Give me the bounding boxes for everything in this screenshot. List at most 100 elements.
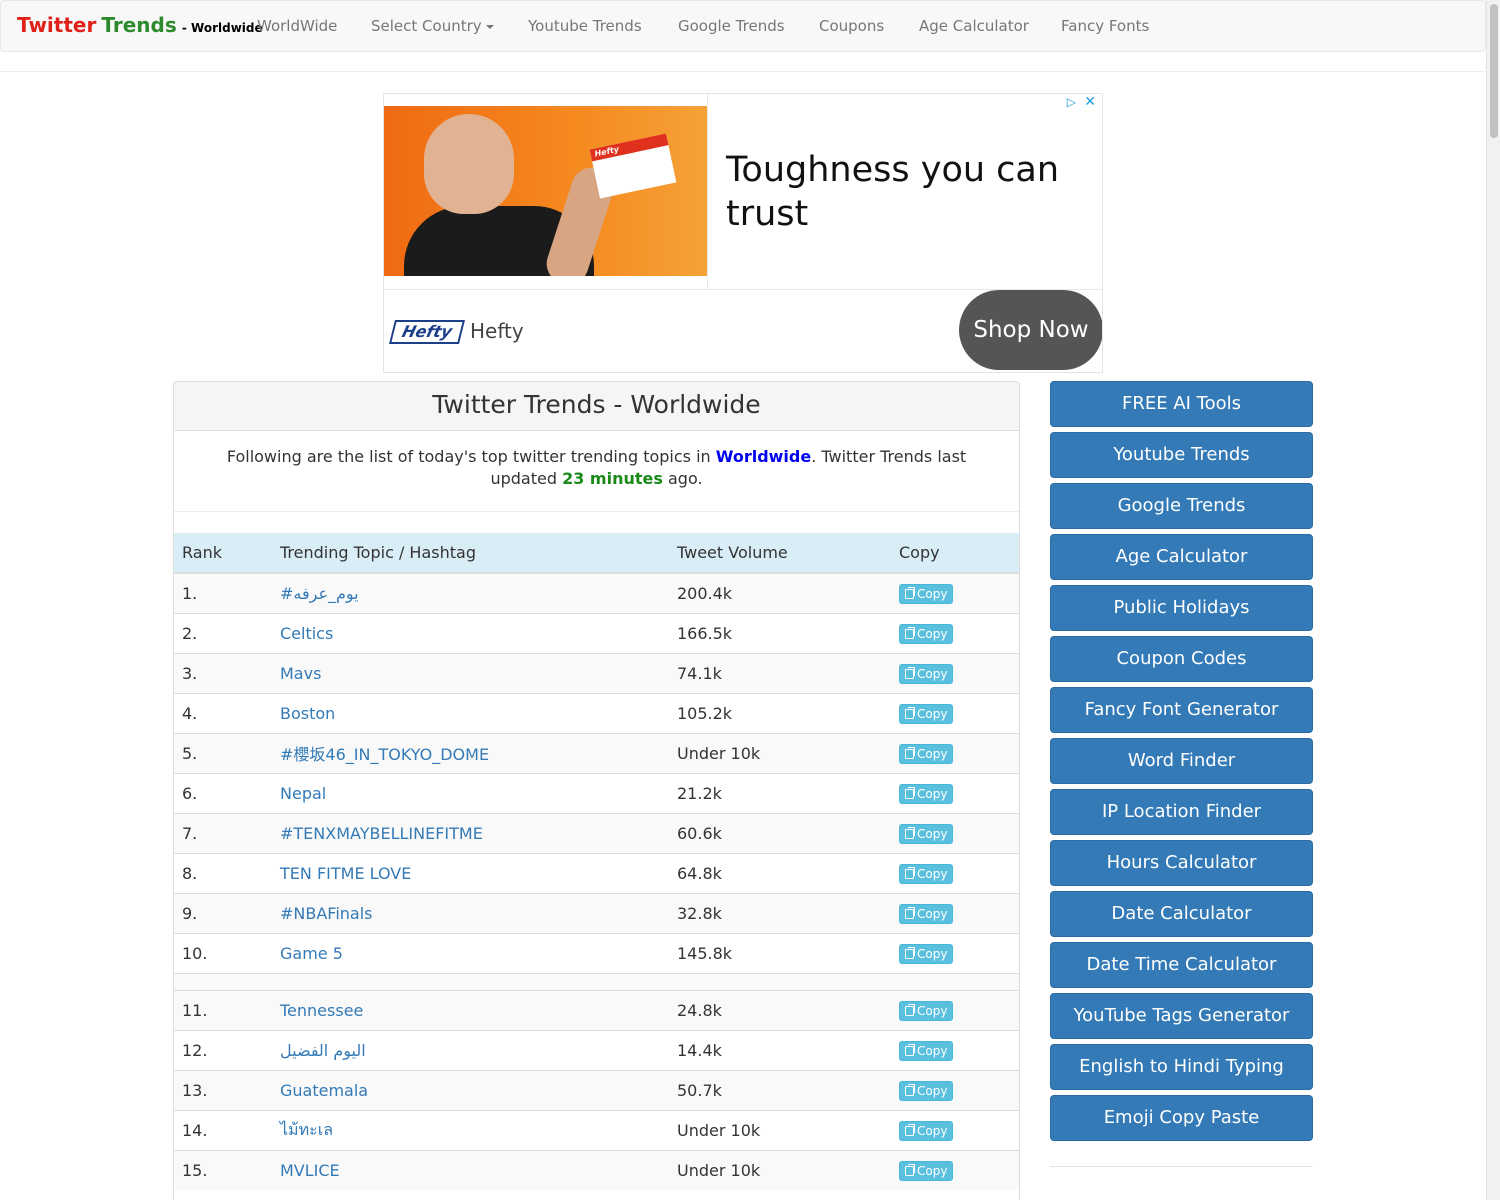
sidebar-button[interactable]: Hours Calculator [1050,840,1313,886]
topic-link[interactable]: #يوم_عرفه [280,584,359,603]
topic-link[interactable]: Tennessee [280,1001,363,1020]
topic-link[interactable]: Boston [280,704,335,723]
rank-cell: 13. [174,1069,272,1110]
copy-cell: Copy [891,1149,1019,1190]
copy-button[interactable]: Copy [899,663,954,684]
trends-panel: Twitter Trends - Worldwide Following are… [173,381,1020,1200]
topic-link[interactable]: Mavs [280,664,321,683]
nav-youtube-trends[interactable]: Youtube Trends [528,17,642,35]
copy-icon [905,946,915,959]
intro-before: Following are the list of today's top tw… [226,447,716,466]
copy-button[interactable]: Copy [899,743,954,764]
scrollbar-thumb[interactable] [1490,4,1498,138]
copy-icon [905,866,915,879]
ad-brand-name[interactable]: Hefty [470,319,524,343]
sidebar-button[interactable]: Word Finder [1050,738,1313,784]
topic-cell: Game 5 [272,932,669,973]
copy-button-label: Copy [917,946,948,961]
sidebar-button[interactable]: FREE AI Tools [1050,381,1313,427]
sidebar-button[interactable]: Age Calculator [1050,534,1313,580]
shop-now-button[interactable]: Shop Now [959,290,1102,370]
copy-button[interactable]: Copy [899,1080,954,1101]
copy-cell: Copy [891,1109,1019,1150]
copy-button[interactable]: Copy [899,583,954,604]
topic-link[interactable]: Game 5 [280,944,343,963]
rank-cell: 8. [174,852,272,893]
ad-banner[interactable]: Hefty ▷ ✕ Toughness you can trust Hefty … [383,93,1103,373]
copy-button-label: Copy [917,1043,948,1058]
sidebar-button[interactable]: Emoji Copy Paste [1050,1095,1313,1141]
rank-cell: 12. [174,1029,272,1070]
nav-google-trends[interactable]: Google Trends [678,17,785,35]
copy-button[interactable]: Copy [899,903,954,924]
topic-link[interactable]: ไม้ทะเล [280,1120,333,1139]
topic-link[interactable]: MVLICE [280,1161,340,1180]
copy-icon [905,1003,915,1016]
intro-after: ago. [662,469,703,488]
sidebar-button[interactable]: Youtube Trends [1050,432,1313,478]
copy-button[interactable]: Copy [899,703,954,724]
topic-link[interactable]: Celtics [280,624,333,643]
sidebar-button[interactable]: Fancy Font Generator [1050,687,1313,733]
adchoices-icon[interactable]: ▷ [1067,95,1076,109]
volume-cell: 200.4k [669,572,891,613]
rank-cell: 10. [174,932,272,973]
copy-button[interactable]: Copy [899,1000,954,1021]
ad-headline[interactable]: Toughness you can trust [726,148,1086,236]
page-scrollbar[interactable] [1486,0,1500,1200]
sidebar-button[interactable]: YouTube Tags Generator [1050,993,1313,1039]
sidebar-button[interactable]: Date Time Calculator [1050,942,1313,988]
topic-link[interactable]: Guatemala [280,1081,368,1100]
close-icon[interactable]: ✕ [1084,94,1096,110]
intro-location-link[interactable]: Worldwide [716,447,811,466]
sidebar-button[interactable]: IP Location Finder [1050,789,1313,835]
copy-button[interactable]: Copy [899,623,954,644]
copy-button[interactable]: Copy [899,1040,954,1061]
volume-cell: 64.8k [669,852,891,893]
nav-fancy-fonts[interactable]: Fancy Fonts [1061,17,1149,35]
copy-button-label: Copy [917,1123,948,1138]
topic-link[interactable]: #TENXMAYBELLINEFITME [280,824,483,843]
nav-age-calculator[interactable]: Age Calculator [919,17,1029,35]
copy-button[interactable]: Copy [899,863,954,884]
brand-logo[interactable]: Twitter Trends - Worldwide [17,13,263,37]
brand-trends: Trends [101,13,177,37]
top-navbar: Twitter Trends - Worldwide WorldWide Sel… [0,0,1486,52]
copy-button[interactable]: Copy [899,823,954,844]
copy-button-label: Copy [917,1163,948,1178]
sidebar-button[interactable]: Public Holidays [1050,585,1313,631]
nav-worldwide[interactable]: WorldWide [257,17,337,35]
ad-image[interactable]: Hefty [384,106,708,276]
sidebar-button[interactable]: Coupon Codes [1050,636,1313,682]
nav-coupons[interactable]: Coupons [819,17,884,35]
copy-cell: Copy [891,852,1019,893]
header-topic: Trending Topic / Hashtag [272,533,669,574]
sidebar-divider [1050,1166,1313,1167]
copy-button[interactable]: Copy [899,1160,954,1181]
copy-button-label: Copy [917,626,948,641]
copy-button[interactable]: Copy [899,943,954,964]
copy-cell: Copy [891,692,1019,733]
topic-cell: ไม้ทะเล [272,1109,669,1150]
topic-cell: Mavs [272,652,669,693]
copy-icon [905,1043,915,1056]
topic-link[interactable]: Nepal [280,784,326,803]
copy-button[interactable]: Copy [899,783,954,804]
table-row: 2. Celtics 166.5k Copy [174,612,1019,653]
sidebar-button[interactable]: English to Hindi Typing [1050,1044,1313,1090]
copy-button-label: Copy [917,1083,948,1098]
topic-link[interactable]: #櫻坂46_IN_TOKYO_DOME [280,745,489,764]
topic-link[interactable]: #NBAFinals [280,904,373,923]
copy-icon [905,786,915,799]
topic-link[interactable]: TEN FITME LOVE [280,864,411,883]
intro-text: Following are the list of today's top tw… [194,446,999,490]
topic-link[interactable]: اليوم الفضيل [280,1041,366,1060]
sidebar-button[interactable]: Date Calculator [1050,891,1313,937]
sidebar-button[interactable]: Google Trends [1050,483,1313,529]
header-copy: Copy [891,533,1019,574]
ad-brand-logo[interactable]: Hefty [389,320,465,344]
copy-button[interactable]: Copy [899,1120,954,1141]
table-spacer-row [174,972,1019,990]
nav-select-country[interactable]: Select Country [371,17,494,35]
topic-cell: Nepal [272,772,669,813]
